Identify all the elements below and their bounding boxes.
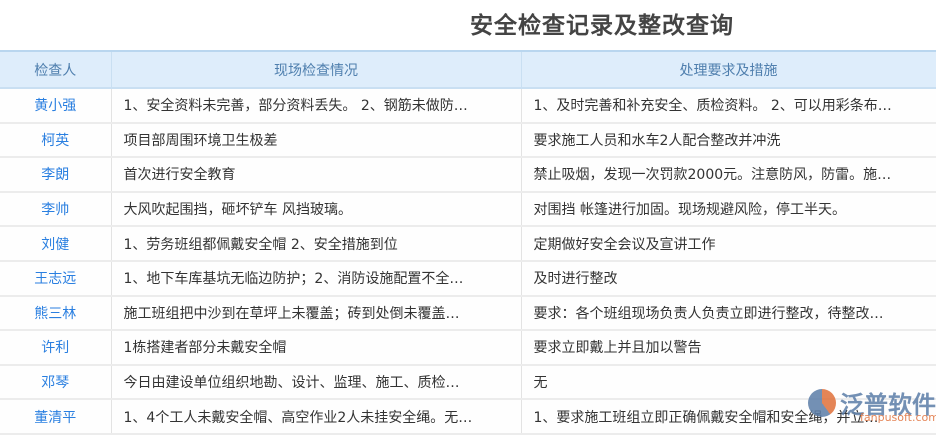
watermark-url: fanpusoft.com [860, 411, 936, 424]
measures-cell: 要求：各个班组现场负责人负责立即进行整改，待整改… [521, 295, 936, 332]
brand-logo-icon [808, 388, 836, 417]
situation-cell: 1、地下车库基坑无临边防护；2、消防设施配置不全… [111, 260, 522, 297]
inspector-link[interactable]: 黄小强 [0, 88, 112, 124]
table-row[interactable]: 许利 1栋搭建者部分未戴安全帽 要求立即戴上并且加以警告 [0, 330, 936, 366]
situation-cell: 1栋搭建者部分未戴安全帽 [111, 330, 522, 366]
measures-cell: 要求施工人员和水车2人配合整改并冲洗 [521, 122, 936, 159]
header-measures[interactable]: 处理要求及措施 [521, 50, 936, 89]
inspector-link[interactable]: 柯英 [0, 122, 112, 159]
inspector-link[interactable]: 董清平 [0, 399, 112, 435]
inspector-link[interactable]: 许利 [0, 330, 112, 366]
situation-cell: 今日由建设单位组织地勘、设计、监理、施工、质检… [111, 364, 522, 401]
table-row[interactable]: 柯英 项目部周围环境卫生极差 要求施工人员和水车2人配合整改并冲洗 [0, 122, 936, 159]
table-row[interactable]: 王志远 1、地下车库基坑无临边防护；2、消防设施配置不全… 及时进行整改 [0, 260, 936, 297]
measures-cell: 要求立即戴上并且加以警告 [521, 330, 936, 366]
page-title: 安全检查记录及整改查询 [470, 13, 734, 39]
header-inspector[interactable]: 检查人 [0, 50, 112, 89]
inspector-link[interactable]: 李帅 [0, 191, 112, 228]
table-row[interactable]: 熊三林 施工班组把中沙到在草坪上未覆盖；砖到处倒未覆盖… 要求：各个班组现场负责人负… [0, 295, 936, 332]
situation-cell: 项目部周围环境卫生极差 [111, 122, 522, 159]
table-row[interactable]: 董清平 1、4个工人未戴安全帽、高空作业2人未挂安全绳。无… 1、要求施工班组立即正… [0, 399, 936, 435]
situation-cell: 施工班组把中沙到在草坪上未覆盖；砖到处倒未覆盖… [111, 295, 522, 332]
table-row[interactable]: 李朗 首次进行安全教育 禁止吸烟，发现一次罚款2000元。注意防风，防雷。施… [0, 157, 936, 193]
measures-cell: 定期做好安全会议及宣讲工作 [521, 226, 936, 262]
inspector-link[interactable]: 熊三林 [0, 295, 112, 332]
table-header: 检查人 现场检查情况 处理要求及措施 [0, 50, 936, 89]
inspector-link[interactable]: 李朗 [0, 157, 112, 193]
table-row[interactable]: 刘健 1、劳务班组都佩戴安全帽 2、安全措施到位 定期做好安全会议及宣讲工作 [0, 226, 936, 262]
table-row[interactable]: 黄小强 1、安全资料未完善，部分资料丢失。 2、钢筋未做防… 1、及时完善和补充安全… [0, 88, 936, 124]
table-row[interactable]: 李帅 大风吹起围挡，砸坏铲车 风挡玻璃。 对围挡 帐篷进行加固。现场规避风险，停工半… [0, 191, 936, 228]
measures-cell: 1、及时完善和补充安全、质检资料。 2、可以用彩条布… [521, 88, 936, 124]
situation-cell: 1、4个工人未戴安全帽、高空作业2人未挂安全绳。无… [111, 399, 522, 435]
inspection-table: 检查人 现场检查情况 处理要求及措施 黄小强 1、安全资料未完善，部分资料丢失。 … [0, 50, 936, 435]
inspector-link[interactable]: 刘健 [0, 226, 112, 262]
inspector-link[interactable]: 邓琴 [0, 364, 112, 401]
header-situation[interactable]: 现场检查情况 [111, 50, 522, 89]
situation-cell: 1、安全资料未完善，部分资料丢失。 2、钢筋未做防… [111, 88, 522, 124]
situation-cell: 1、劳务班组都佩戴安全帽 2、安全措施到位 [111, 226, 522, 262]
inspector-link[interactable]: 王志远 [0, 260, 112, 297]
watermark: 泛普软件 fanpusoft.com [808, 385, 936, 424]
table-row[interactable]: 邓琴 今日由建设单位组织地勘、设计、监理、施工、质检… 无 [0, 364, 936, 401]
measures-cell: 对围挡 帐篷进行加固。现场规避风险，停工半天。 [521, 191, 936, 228]
measures-cell: 禁止吸烟，发现一次罚款2000元。注意防风，防雷。施… [521, 157, 936, 193]
measures-cell: 及时进行整改 [521, 260, 936, 297]
situation-cell: 大风吹起围挡，砸坏铲车 风挡玻璃。 [111, 191, 522, 228]
situation-cell: 首次进行安全教育 [111, 157, 522, 193]
